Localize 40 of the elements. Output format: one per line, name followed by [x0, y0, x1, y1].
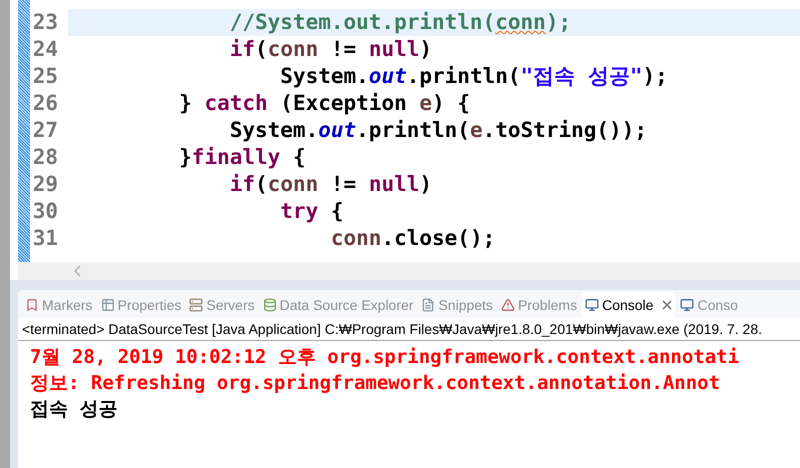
code-line: try { — [279, 198, 345, 225]
view-tab[interactable]: Data Source Explorer — [260, 292, 416, 318]
line-number: 24 — [32, 36, 58, 63]
view-tab[interactable]: Problems — [498, 292, 580, 318]
view-tab[interactable]: Console — [582, 292, 676, 318]
code-line: if(conn != null) — [228, 171, 434, 198]
code-line: if(conn != null) — [228, 36, 434, 63]
warning-icon — [500, 298, 515, 312]
server-icon — [189, 298, 204, 312]
code-line: System.out.println(e.toString()); — [228, 117, 648, 144]
line-number: 25 — [32, 63, 58, 90]
view-tab[interactable]: Conso — [677, 292, 741, 318]
horizontal-scrollbar[interactable] — [18, 262, 800, 280]
line-number: 31 — [32, 225, 58, 252]
line-number: 27 — [32, 117, 58, 144]
console-status: <terminated> DataSourceTest [Java Application] C:₩Program Files₩Java₩jre1.8.0_201₩bin₩javaw.exe (2019. 7. 28. — [18, 318, 800, 341]
bookmark-icon — [25, 298, 39, 312]
view-tab[interactable]: Markers — [22, 292, 96, 318]
console-output-line: 7월 28, 2019 10:02:12 오후 org.springframework.context.annotati — [30, 345, 740, 370]
document-icon — [421, 298, 436, 312]
code-line: } catch (Exception e) { — [178, 90, 471, 117]
code-line: conn.close(); — [330, 225, 496, 252]
database-icon — [262, 298, 277, 312]
table-icon — [100, 298, 115, 312]
line-number: 28 — [32, 144, 58, 171]
code-line: }finally { — [178, 144, 307, 171]
line-number: 23 — [32, 9, 58, 36]
monitor-icon — [585, 298, 600, 312]
view-tab[interactable]: Servers — [186, 292, 258, 318]
line-number: 26 — [32, 90, 58, 117]
line-number: 30 — [32, 198, 58, 225]
console-output-line: 정보: Refreshing org.springframework.context.annotation.Annot — [30, 371, 722, 396]
code-line: System.out.println("접속 성공"); — [279, 63, 669, 90]
view-tab[interactable]: Properties — [98, 292, 184, 318]
console-output-line: 접속 성공 — [30, 397, 118, 422]
line-number: 29 — [32, 171, 58, 198]
monitor-icon — [680, 298, 694, 312]
view-tab[interactable]: Snippets — [418, 292, 496, 318]
chevron-left-icon[interactable] — [74, 265, 82, 277]
close-icon[interactable] — [662, 300, 672, 310]
